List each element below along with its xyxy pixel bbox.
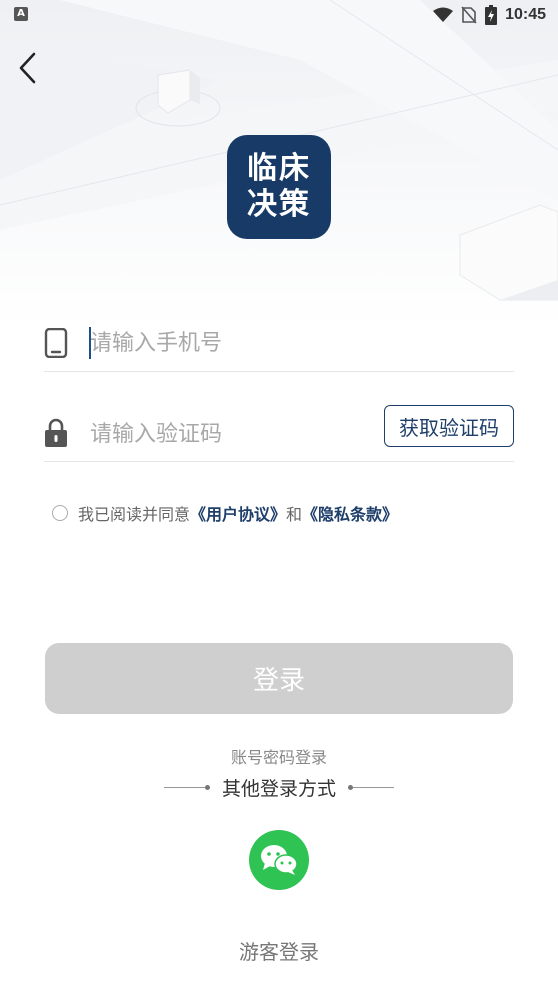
- wechat-icon: [261, 845, 298, 875]
- wechat-login-button[interactable]: [249, 830, 309, 890]
- user-agreement-link[interactable]: 《用户协议》: [190, 501, 286, 525]
- agreement-row: 我已阅读并同意 《用户协议》 和 《隐私条款》: [52, 500, 398, 526]
- logo-line-2: 决策: [247, 187, 311, 222]
- no-sim-icon: [461, 6, 477, 24]
- phone-field-row: [44, 314, 514, 372]
- guest-login-link[interactable]: 游客登录: [0, 936, 558, 965]
- agreement-conjunction: 和: [286, 505, 303, 524]
- app-logo: 临床 决策: [227, 135, 331, 239]
- status-bar: A 10:45: [0, 0, 558, 30]
- other-login-header: 其他登录方式: [0, 772, 558, 802]
- back-button[interactable]: [10, 48, 46, 88]
- battery-charging-icon: [485, 5, 498, 25]
- password-login-link[interactable]: 账号密码登录: [0, 744, 558, 768]
- notification-icon: A: [14, 7, 28, 21]
- get-code-button[interactable]: 获取验证码: [384, 405, 514, 447]
- code-field-row: 获取验证码: [44, 404, 514, 462]
- login-button[interactable]: 登录: [45, 643, 513, 714]
- phone-input[interactable]: [90, 324, 490, 362]
- privacy-policy-link[interactable]: 《隐私条款》: [302, 501, 398, 525]
- phone-icon: [44, 328, 68, 358]
- chevron-left-icon: [19, 52, 36, 84]
- divider-left: [163, 784, 210, 790]
- wifi-icon: [433, 7, 454, 22]
- agreement-prefix: 我已阅读并同意: [78, 505, 191, 524]
- verification-code-input[interactable]: [90, 415, 370, 453]
- logo-line-1: 临床: [247, 151, 311, 186]
- text-cursor: [89, 327, 91, 359]
- status-time: 10:45: [505, 6, 546, 23]
- other-login-title: 其他登录方式: [221, 777, 336, 800]
- agreement-checkbox[interactable]: [52, 505, 68, 521]
- divider-right: [348, 784, 394, 790]
- lock-icon: [45, 418, 67, 447]
